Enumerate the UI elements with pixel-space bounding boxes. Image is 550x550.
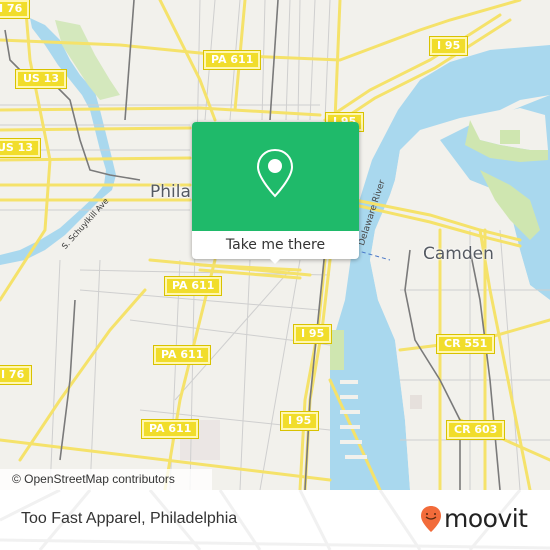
shield-pa611-top: PA 611 — [202, 50, 262, 70]
location-pin-icon — [256, 148, 294, 198]
popup-header — [192, 122, 359, 231]
shield-pa611-bottom: PA 611 — [140, 419, 200, 439]
shield-us13-mid: US 13 — [0, 138, 41, 158]
city-label-philadelphia: Phila — [150, 182, 191, 202]
shield-pa611-lower: PA 611 — [152, 345, 212, 365]
popup-pointer — [268, 257, 282, 264]
destination-popup: Take me there — [192, 122, 359, 264]
shield-us13-top: US 13 — [15, 69, 67, 89]
map-canvas[interactable]: Phila Camden Delaware River S. Schuylkil… — [0, 0, 550, 490]
shield-pa611-mid: PA 611 — [163, 276, 223, 296]
shield-cr551: CR 551 — [435, 334, 496, 354]
footer-bar: Too Fast Apparel, Philadelphia moovit — [0, 490, 550, 550]
city-label-camden: Camden — [423, 244, 494, 264]
moovit-smiley-pin-icon — [421, 506, 441, 532]
shield-i76-top: I 76 — [0, 0, 31, 19]
shield-i95-lower: I 95 — [279, 411, 320, 431]
shield-i95-top-right: I 95 — [428, 36, 469, 56]
shield-cr603: CR 603 — [445, 420, 506, 440]
place-title: Too Fast Apparel, Philadelphia — [21, 510, 238, 527]
moovit-logo[interactable]: moovit — [420, 504, 528, 534]
shield-i76-left: I 76 — [0, 365, 33, 385]
osm-attribution[interactable]: © OpenStreetMap contributors — [0, 469, 212, 490]
shield-i95-mid: I 95 — [292, 324, 333, 344]
moovit-wordmark: moovit — [444, 504, 528, 533]
take-me-there-button[interactable]: Take me there — [192, 231, 359, 259]
